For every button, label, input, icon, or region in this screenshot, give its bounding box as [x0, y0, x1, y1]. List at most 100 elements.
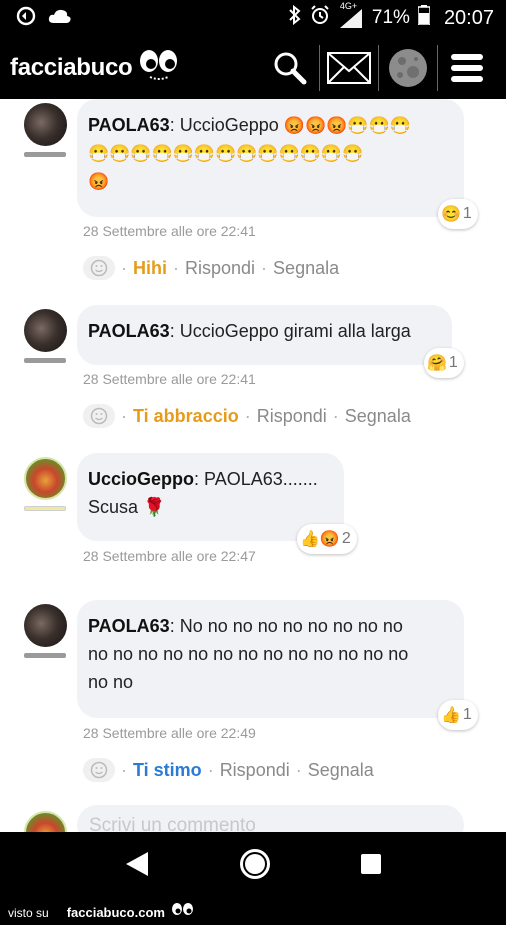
user-level-bar	[24, 653, 66, 658]
user-reaction-label[interactable]: Ti abbraccio	[133, 406, 239, 427]
avatar	[24, 811, 67, 832]
reply-link[interactable]: Rispondi	[257, 406, 327, 427]
comment-text: no no no no no no no no no no no no no	[88, 644, 409, 664]
bluetooth-icon	[288, 4, 302, 31]
comment-timestamp: 28 Settembre alle ore 22:47	[83, 548, 256, 564]
separator: ·	[121, 405, 127, 426]
user-reaction-label[interactable]: Hihi	[133, 258, 167, 279]
home-icon	[239, 848, 270, 879]
envelope-icon	[327, 51, 371, 84]
comment-timestamp: 28 Settembre alle ore 22:41	[83, 371, 256, 387]
user-level-bar	[24, 358, 66, 363]
logo[interactable]: facciabuco	[10, 47, 180, 88]
reaction-summary[interactable]: 👍😡 2	[297, 524, 357, 554]
react-button[interactable]	[83, 404, 115, 428]
comment-actions: · Hihi · Rispondi · Segnala	[83, 256, 339, 280]
comment-emojis: 😷😷😷😷😷😷😷😷😷😷😷😷😷	[88, 144, 364, 163]
comment-author[interactable]: PAOLA63	[88, 321, 170, 341]
separator: ·	[244, 405, 251, 426]
comment-text: no no	[88, 672, 134, 692]
reaction-summary[interactable]: 👍 1	[438, 700, 478, 730]
comment-avatar[interactable]	[24, 457, 69, 511]
app-header: facciabuco	[0, 36, 506, 99]
battery-percent: 71%	[371, 7, 410, 28]
user-reaction-label[interactable]: Ti stimo	[133, 760, 202, 781]
network-type: 4G+	[339, 1, 358, 11]
recents-icon	[360, 853, 381, 874]
user-level-bar	[24, 506, 66, 511]
search-icon	[274, 52, 307, 84]
comment-author[interactable]: UccioGeppo	[88, 469, 194, 489]
battery-icon	[417, 5, 431, 31]
search-button[interactable]	[261, 43, 319, 93]
separator: ·	[261, 257, 268, 278]
footer-label: visto su	[8, 905, 49, 920]
logo-text: facciabuco	[10, 53, 133, 81]
comment-emojis: 😡😡😡😷😷😷	[283, 116, 411, 135]
report-link[interactable]: Segnala	[345, 406, 411, 427]
avatar	[24, 309, 67, 352]
comment-input[interactable]: Scrivi un commento	[77, 805, 464, 832]
footer-site: facciabuco.com	[66, 905, 165, 920]
react-button[interactable]	[83, 256, 115, 280]
comment-text: UccioGeppo	[179, 115, 279, 135]
comment-text: No no no no no no no no no	[179, 616, 403, 636]
reaction-emoji: 🤗	[427, 355, 447, 372]
comment-avatar[interactable]	[24, 604, 69, 658]
hamburger-icon	[451, 53, 483, 82]
logo-eyes-icon	[138, 47, 180, 88]
recents-button[interactable]	[360, 853, 382, 880]
smiley-icon	[90, 407, 108, 425]
report-link[interactable]: Segnala	[273, 258, 339, 279]
avatar	[24, 604, 67, 647]
moon-avatar-icon	[389, 48, 427, 87]
user-level-bar	[24, 152, 66, 157]
separator: ·	[295, 759, 302, 780]
separator: ·	[173, 257, 179, 278]
comment-actions: · Ti abbraccio · Rispondi · Segnala	[83, 404, 411, 428]
menu-button[interactable]	[438, 43, 496, 93]
comment-timestamp: 28 Settembre alle ore 22:49	[83, 725, 256, 741]
avatar	[24, 457, 67, 500]
separator: ·	[332, 405, 339, 426]
reaction-emoji: 👍😡	[300, 531, 340, 548]
comment-emojis: 😡	[88, 172, 110, 191]
separator: ·	[121, 759, 127, 780]
watermark-footer: visto su facciabuco.com	[0, 900, 506, 925]
messages-button[interactable]	[320, 43, 378, 93]
reaction-emoji: 👍	[441, 707, 461, 724]
reaction-summary[interactable]: 🤗 1	[424, 348, 464, 378]
comment-avatar[interactable]	[24, 103, 69, 157]
android-nav-bar	[0, 832, 506, 900]
smiley-icon	[90, 761, 108, 779]
reaction-summary[interactable]: 😊 1	[438, 199, 478, 229]
reaction-count: 2	[341, 530, 351, 547]
sync-icon	[16, 6, 36, 31]
avatar	[24, 103, 67, 146]
reaction-count: 1	[462, 205, 472, 222]
report-link[interactable]: Segnala	[308, 760, 374, 781]
reaction-count: 1	[462, 706, 472, 723]
comment-text: Scusa 🌹	[88, 497, 166, 517]
footer-eyes-icon	[171, 901, 195, 924]
comment-bubble: PAOLA63: UccioGeppo 😡😡😡😷😷😷 😷😷😷😷😷😷😷😷😷😷😷😷😷…	[77, 99, 464, 217]
comment-list: PAOLA63: UccioGeppo 😡😡😡😷😷😷 😷😷😷😷😷😷😷😷😷😷😷😷😷…	[0, 99, 506, 832]
alarm-icon	[310, 5, 330, 31]
separator: ·	[207, 759, 214, 780]
reply-link[interactable]: Rispondi	[185, 258, 255, 279]
comment-text: UccioGeppo girami alla larga	[179, 321, 411, 341]
separator: ·	[121, 257, 127, 278]
status-bar: 4G+ 71% 20:07	[0, 0, 506, 36]
comment-actions: · Ti stimo · Rispondi · Segnala	[83, 758, 374, 782]
comment-avatar[interactable]	[24, 309, 69, 363]
comment-author[interactable]: PAOLA63	[88, 115, 170, 135]
react-button[interactable]	[83, 758, 115, 782]
comment-author[interactable]: PAOLA63	[88, 616, 170, 636]
cloud-icon	[48, 8, 72, 29]
comment-text: PAOLA63.......	[204, 469, 318, 489]
back-button[interactable]	[124, 850, 150, 883]
profile-button[interactable]	[379, 43, 437, 93]
home-button[interactable]	[239, 848, 271, 885]
reply-link[interactable]: Rispondi	[220, 760, 290, 781]
comment-bubble: PAOLA63: UccioGeppo girami alla larga	[77, 305, 452, 365]
